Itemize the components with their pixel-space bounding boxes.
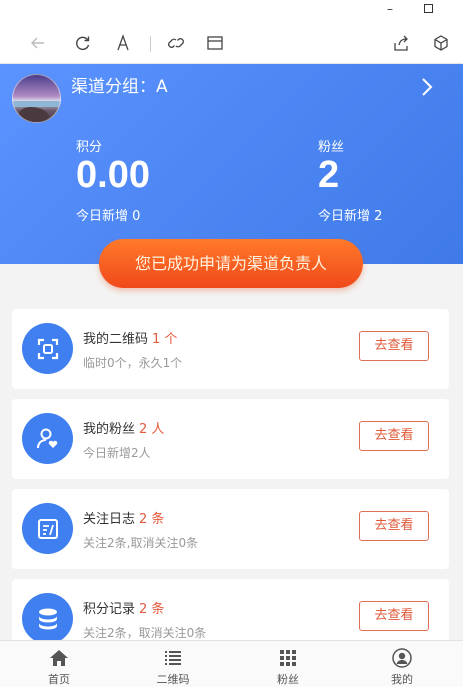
log-icon bbox=[22, 503, 73, 554]
channel-group-title: 渠道分组：A bbox=[71, 77, 168, 97]
nav-label: 首页 bbox=[48, 673, 70, 686]
card-count: 2 条 bbox=[139, 602, 165, 617]
card-title: 我的二维码 1 个 bbox=[83, 332, 178, 347]
nav-mine[interactable]: 我的 bbox=[362, 641, 442, 687]
maximize-button[interactable] bbox=[413, 0, 443, 20]
share-button[interactable] bbox=[389, 31, 413, 55]
fans-card[interactable]: 我的粉丝 2 人 今日新增2人 去查看 bbox=[12, 399, 449, 479]
grid-icon bbox=[280, 650, 296, 666]
follow-log-card[interactable]: 关注日志 2 条 关注2条,取消关注0条 去查看 bbox=[12, 489, 449, 569]
browser-window-icon bbox=[207, 36, 223, 50]
nav-label: 我的 bbox=[391, 673, 413, 686]
card-title: 关注日志 2 条 bbox=[83, 512, 165, 527]
maximize-icon bbox=[423, 4, 433, 13]
fans-today: 今日新增 2 bbox=[318, 209, 383, 224]
minimize-button[interactable]: – bbox=[375, 0, 405, 20]
points-today: 今日新增 0 bbox=[76, 209, 141, 224]
points-value: 0.00 bbox=[76, 154, 150, 196]
card-count: 2 人 bbox=[139, 422, 165, 437]
nav-fans[interactable]: 粉丝 bbox=[248, 641, 328, 687]
content-area[interactable]: 我的二维码 1 个 临时0个，永久1个 去查看 我的粉丝 2 人 今日新增2人 去查… bbox=[0, 264, 463, 640]
miniapp-button[interactable] bbox=[429, 31, 453, 55]
window-titlebar: – bbox=[0, 0, 463, 22]
nav-label: 粉丝 bbox=[277, 673, 299, 686]
card-title: 我的粉丝 2 人 bbox=[83, 422, 165, 437]
user-heart-icon bbox=[22, 413, 73, 464]
points-record-card[interactable]: 积分记录 2 条 关注2条，取消关注0条 去查看 bbox=[12, 579, 449, 640]
link-icon bbox=[168, 38, 184, 48]
database-icon bbox=[22, 593, 73, 640]
fans-value: 2 bbox=[318, 154, 340, 196]
channel-apply-status-button[interactable]: 您已成功申请为渠道负责人 bbox=[99, 239, 363, 288]
chevron-right-icon[interactable] bbox=[417, 76, 437, 98]
avatar[interactable] bbox=[12, 74, 61, 123]
card-subtitle: 今日新增2人 bbox=[83, 446, 151, 460]
browser-toolbar bbox=[0, 22, 463, 64]
card-title: 积分记录 2 条 bbox=[83, 602, 165, 617]
nav-qrcode[interactable]: 二维码 bbox=[133, 641, 213, 687]
home-icon bbox=[50, 650, 68, 666]
qr-scan-icon bbox=[22, 323, 73, 374]
view-fans-button[interactable]: 去查看 bbox=[359, 421, 429, 451]
refresh-icon bbox=[76, 36, 90, 51]
card-count: 1 个 bbox=[152, 332, 178, 347]
user-circle-icon bbox=[392, 648, 412, 668]
view-qrcode-button[interactable]: 去查看 bbox=[359, 331, 429, 361]
list-icon bbox=[165, 651, 181, 665]
refresh-button[interactable] bbox=[71, 31, 95, 55]
cube-icon bbox=[434, 35, 448, 51]
view-points-button[interactable]: 去查看 bbox=[359, 601, 429, 631]
card-subtitle: 关注2条，取消关注0条 bbox=[83, 626, 207, 640]
qrcode-card[interactable]: 我的二维码 1 个 临时0个，永久1个 去查看 bbox=[12, 309, 449, 389]
card-subtitle: 临时0个，永久1个 bbox=[83, 356, 183, 370]
font-size-button[interactable] bbox=[111, 31, 135, 55]
profile-header: 渠道分组：A 积分 0.00 今日新增 0 粉丝 2 今日新增 2 bbox=[0, 64, 463, 264]
toolbar-divider bbox=[150, 36, 151, 52]
nav-label: 二维码 bbox=[156, 673, 190, 686]
nav-home[interactable]: 首页 bbox=[19, 641, 99, 687]
font-icon bbox=[117, 34, 129, 51]
copy-link-button[interactable] bbox=[164, 31, 188, 55]
view-log-button[interactable]: 去查看 bbox=[359, 511, 429, 541]
card-count: 2 条 bbox=[139, 512, 165, 527]
points-label: 积分 bbox=[76, 140, 103, 155]
back-arrow-icon bbox=[31, 37, 44, 49]
fans-label: 粉丝 bbox=[318, 140, 345, 155]
share-icon bbox=[394, 35, 408, 51]
card-subtitle: 关注2条,取消关注0条 bbox=[83, 536, 199, 550]
open-browser-button[interactable] bbox=[203, 31, 227, 55]
bottom-nav: 首页 二维码 粉丝 我的 bbox=[0, 640, 463, 687]
back-button[interactable] bbox=[26, 31, 50, 55]
